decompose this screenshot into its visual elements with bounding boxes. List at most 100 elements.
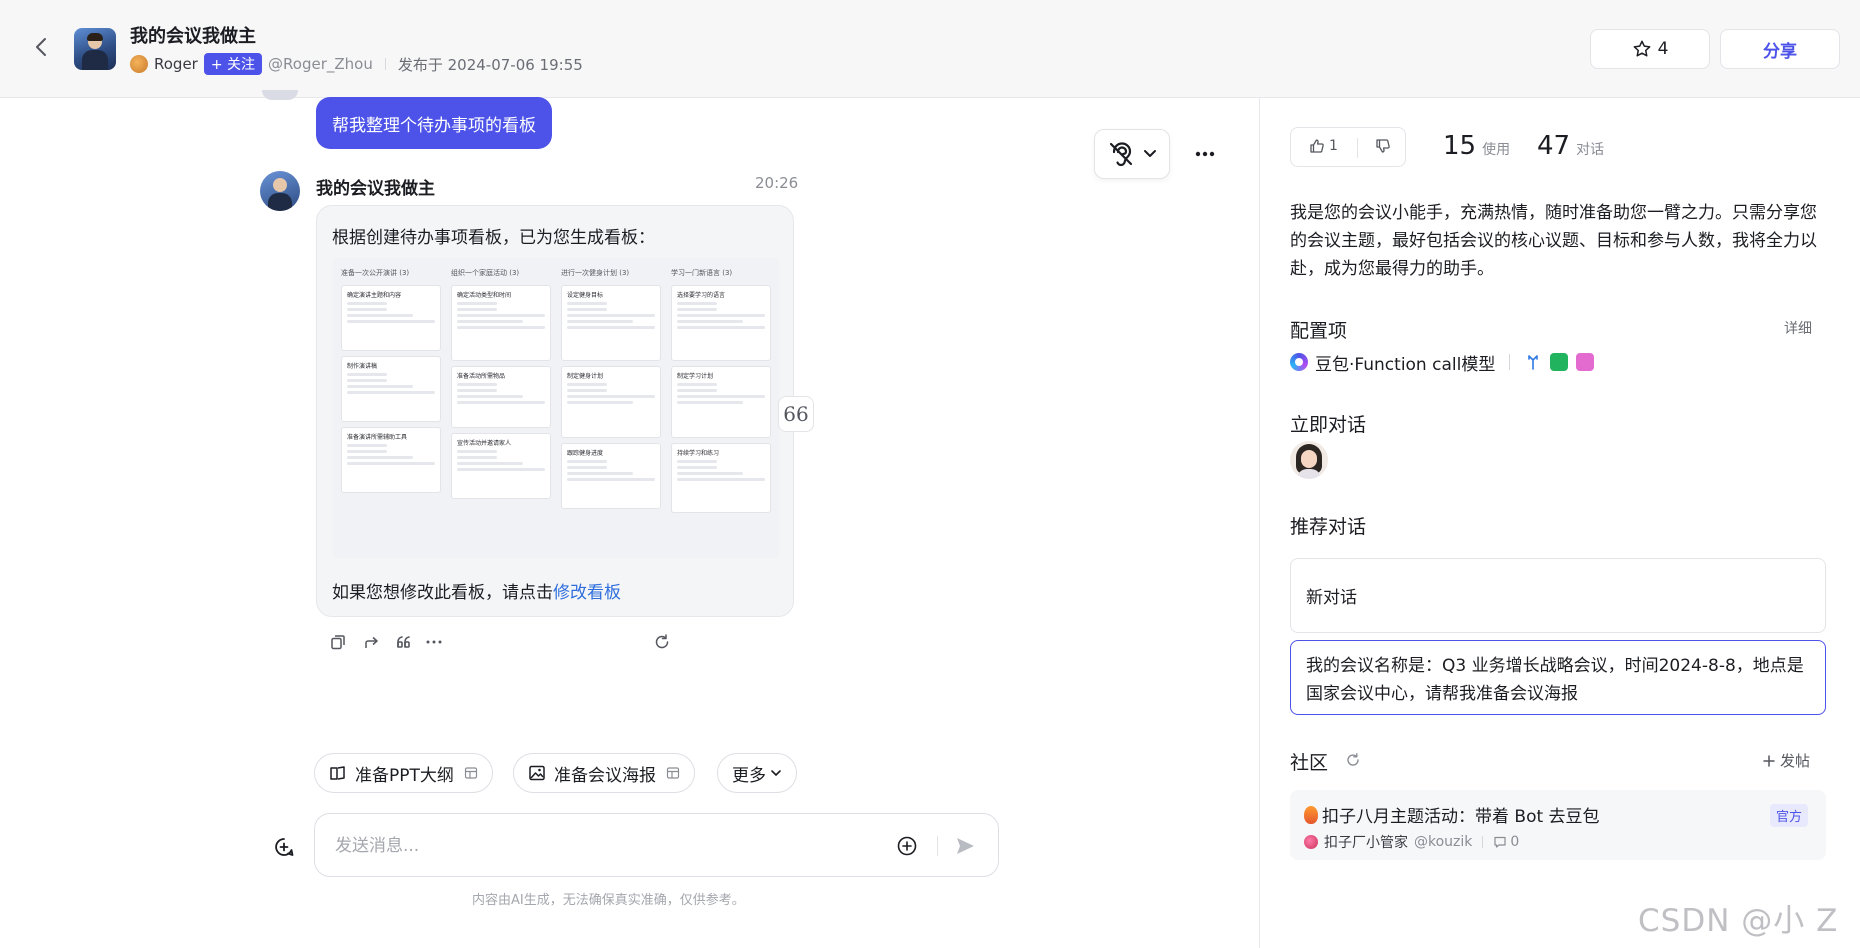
recommendation-card[interactable]: 我的会议名称是：Q3 业务增长战略会议，时间2024-8-8，地点是国家会议中心… [1290, 640, 1826, 715]
kanban-card-title: 选择要学习的语言 [677, 292, 726, 299]
suggestion-label: 更多 [732, 765, 766, 786]
author-avatar [130, 55, 148, 73]
comment-icon [1494, 836, 1507, 848]
send-button[interactable] [951, 832, 979, 860]
kanban-column-title: 准备一次公开演讲 (3) [341, 269, 410, 277]
message-actions [326, 630, 671, 654]
attach-button[interactable] [893, 832, 921, 860]
refresh-icon [655, 634, 669, 649]
bot-message-intro: 根据创建待办事项看板，已为您生成看板： [332, 228, 655, 248]
edit-kanban-link[interactable]: 修改看板 [553, 583, 621, 603]
copy-button[interactable] [326, 630, 350, 654]
regenerate-button[interactable] [650, 630, 674, 654]
plugin-image-icon[interactable] [1576, 353, 1595, 371]
plugin-workflow-icon[interactable] [1550, 353, 1569, 371]
thumbs-up-icon [1310, 139, 1324, 153]
panel-divider [1259, 98, 1260, 948]
publish-time: 发布于 2024-07-06 19:55 [397, 55, 583, 74]
kanban-card: 制定健身计划 [561, 366, 661, 438]
config-divider [1509, 354, 1511, 370]
author-name[interactable]: Roger [154, 55, 198, 73]
follow-button[interactable]: + 关注 [203, 53, 263, 75]
bot-message-avatar [260, 171, 300, 211]
outro-text: 如果您想修改此看板，请点击 [332, 583, 553, 603]
new-chat-button[interactable] [270, 833, 298, 861]
quote-button[interactable]: 66 [778, 396, 814, 432]
chevron-left-icon [36, 38, 46, 56]
chevron-down-icon [771, 770, 781, 776]
back-button[interactable] [28, 34, 54, 60]
suggestion-ppt-outline[interactable]: 准备PPT大纲 [314, 753, 493, 793]
message-input[interactable] [335, 832, 875, 860]
kanban-card-title: 制定学习计划 [677, 373, 714, 380]
ellipsis-icon [1195, 151, 1215, 157]
ellipsis-icon [426, 640, 442, 644]
message-more-button[interactable] [422, 630, 446, 654]
official-badge: 官方 [1770, 804, 1809, 827]
hearing-icon [1109, 142, 1133, 167]
author-handle: @Roger_Zhou [268, 55, 373, 73]
usage-label: 使用 [1482, 142, 1511, 158]
author-meta: Roger + 关注 @Roger_Zhou 发布于 2024-07-06 19… [130, 53, 583, 75]
kanban-column-title: 组织一个家庭活动 (3) [451, 269, 520, 277]
dialog-stat: 47 对话 [1537, 131, 1604, 161]
kanban-card: 跟踪健身进度 [561, 443, 661, 509]
usage-stat: 15 使用 [1443, 131, 1510, 161]
top-header: 我的会议我做主 Roger + 关注 @Roger_Zhou 发布于 2024-… [0, 0, 1860, 98]
kanban-column: 进行一次健身计划 (3) 设定健身目标 制定健身计划 跟踪健身进度 [561, 268, 661, 509]
kanban-column-title: 学习一门新语言 (3) [671, 269, 733, 277]
favorite-count: 4 [1657, 39, 1669, 59]
more-options-button[interactable] [1180, 129, 1230, 179]
kanban-card: 持续学习和练习 [671, 443, 771, 513]
bot-message: 根据创建待办事项看板，已为您生成看板： 准备一次公开演讲 (3) 确定演讲主题和… [316, 205, 794, 617]
suggestion-meeting-poster[interactable]: 准备会议海报 [513, 753, 695, 793]
meta-divider [384, 58, 386, 70]
ai-disclaimer: 内容由AI生成，无法确保真实准确，仅供参考。 [472, 893, 745, 908]
post-author-avatar [1304, 835, 1318, 849]
quick-chat-avatar[interactable] [1290, 441, 1328, 479]
dialog-label: 对话 [1576, 142, 1605, 158]
image-icon [529, 765, 545, 781]
comment-count: 0 [1510, 834, 1520, 850]
kanban-card-title: 跟踪健身进度 [567, 450, 604, 457]
dislike-button[interactable] [1375, 138, 1391, 158]
community-post[interactable]: 扣子八月主题活动：带着 Bot 去豆包 官方 扣子厂小管家 @kouzik 0 [1290, 790, 1826, 860]
like-button[interactable]: 1 [1309, 138, 1338, 154]
config-detail-link[interactable]: 详细 [1784, 318, 1812, 338]
suggestion-label: 准备会议海报 [554, 765, 656, 786]
user-message: 帮我整理个待办事项的看板 [316, 97, 552, 149]
refresh-icon [1347, 753, 1359, 766]
plus-circle-icon [897, 836, 917, 856]
kanban-card-title: 准备活动所需物品 [457, 373, 506, 380]
template-icon [464, 767, 477, 779]
bot-message-outro: 如果您想修改此看板，请点击修改看板 [332, 578, 621, 603]
recommend-title: 推荐对话 [1290, 516, 1367, 538]
favorite-button[interactable]: 4 [1590, 29, 1710, 69]
model-name[interactable]: 豆包·Function call模型 [1315, 350, 1495, 375]
suggestion-more[interactable]: 更多 [717, 753, 797, 793]
share-message-button[interactable] [360, 630, 384, 654]
kanban-card: 制定学习计划 [671, 366, 771, 438]
recommendation-card[interactable]: 新对话 [1290, 558, 1826, 633]
kanban-card-title: 准备演讲所需辅助工具 [347, 434, 408, 441]
kanban-card: 确定活动类型和时间 [451, 285, 551, 361]
share-button[interactable]: 分享 [1720, 29, 1840, 69]
community-refresh-button[interactable] [1345, 752, 1361, 772]
quote-message-button[interactable] [392, 630, 416, 654]
like-count: 1 [1329, 138, 1338, 154]
bot-message-name: 我的会议我做主 [316, 179, 435, 199]
copy-icon [331, 635, 345, 650]
community-title: 社区 [1290, 752, 1329, 774]
suggestion-label: 准备PPT大纲 [355, 765, 454, 786]
plugin-fork-icon[interactable] [1524, 353, 1542, 371]
kanban-image[interactable]: 准备一次公开演讲 (3) 确定演讲主题和内容 制作演讲稿 准备演讲所需辅助工具 … [333, 258, 779, 558]
vote-group: 1 [1290, 127, 1406, 167]
user-avatar [262, 90, 298, 100]
voice-mode-selector[interactable] [1094, 129, 1170, 179]
bot-avatar [74, 28, 116, 70]
kanban-card-title: 持续学习和练习 [677, 450, 720, 457]
kanban-card-title: 制作演讲稿 [347, 363, 378, 370]
new-post-button[interactable]: 发帖 [1762, 750, 1810, 771]
composer-divider [937, 836, 938, 856]
kanban-card-title: 设定健身目标 [567, 292, 604, 299]
